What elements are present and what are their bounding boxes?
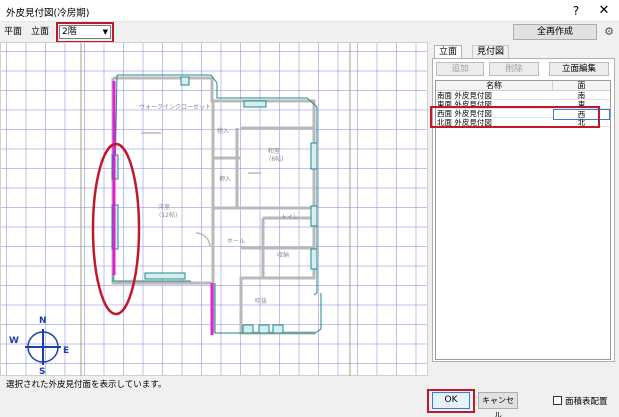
room-label-monoire: 物入 [217, 127, 229, 135]
room-label-youshitsu: 洋室 [158, 203, 170, 211]
edit-elevation-button[interactable]: 立面編集 [549, 62, 609, 76]
room-label-storage: 収納 [277, 251, 289, 259]
room-label-hall: ホール [227, 238, 245, 245]
room-label-washitsu-size: (6帖) [269, 155, 284, 163]
room-label-youshitsu-size: (12帖) [159, 211, 177, 219]
compass-e: E [63, 346, 69, 356]
status-bar: 選択された外皮見付面を表示しています。 [0, 376, 428, 390]
elevation-view-button[interactable]: 立面 [31, 25, 49, 39]
status-text: 選択された外皮見付面を表示しています。 [6, 380, 167, 390]
area-table-checkbox[interactable] [553, 396, 562, 405]
add-button[interactable]: 追加 [436, 62, 484, 76]
room-label-wic: ウォークインクローゼット [139, 103, 211, 111]
compass-w: W [9, 336, 19, 346]
panel-body: 追加 削除 立面編集 名称 面 南面 外皮見付図 南 東面 外皮見付図 東 西面… [432, 58, 615, 362]
column-header-direction: 面 [577, 81, 586, 90]
all-recreate-button[interactable]: 全再作成 [513, 24, 597, 40]
ok-button-highlight [427, 389, 475, 413]
cancel-button[interactable]: キャンセル [478, 392, 518, 417]
right-panel: 立面 見付図 追加 削除 立面編集 名称 面 南面 外皮見付図 南 東面 外皮見… [428, 42, 619, 390]
room-label-toilet: トイレ [281, 214, 299, 221]
footer [0, 390, 619, 417]
room-label-oshiire: 押入 [219, 175, 231, 183]
door-arc [195, 232, 211, 248]
column-header-name: 名称 [436, 81, 553, 91]
close-button[interactable]: ✕ [594, 2, 614, 20]
tab-elevation[interactable]: 立面 [434, 45, 463, 59]
room-label-washitsu: 和室 [268, 147, 280, 155]
title-bar: 外皮見付図(冷房期) ? ✕ [0, 0, 619, 22]
list-item[interactable]: 南面 外皮見付図 南 [436, 91, 610, 100]
selected-row-highlight [430, 106, 600, 128]
gear-icon[interactable]: ⚙ [602, 24, 616, 40]
exterior-contour [112, 74, 322, 334]
compass-icon: N E S W [9, 316, 69, 377]
window-title: 外皮見付図(冷房期) [6, 8, 90, 19]
list-header: 名称 面 [436, 81, 610, 91]
plan-view-button[interactable]: 平面 [4, 25, 22, 39]
area-table-label: 面積表配置 [565, 397, 608, 407]
delete-button[interactable]: 削除 [489, 62, 539, 76]
help-button[interactable]: ? [566, 2, 586, 20]
floor-plan-drawing: ウォークインクローゼット 洋室 (12帖) 和室 (6帖) ホール トイレ 押入… [9, 43, 351, 377]
room-label-fukinuke: 吹抜 [255, 297, 267, 305]
tab-mitsuke[interactable]: 見付図 [472, 45, 510, 59]
compass-n: N [39, 316, 47, 326]
plan-canvas[interactable]: ウォークインクローゼット 洋室 (12帖) 和室 (6帖) ホール トイレ 押入… [0, 42, 428, 377]
building-walls [111, 76, 316, 335]
floor-select-highlight [56, 22, 114, 43]
